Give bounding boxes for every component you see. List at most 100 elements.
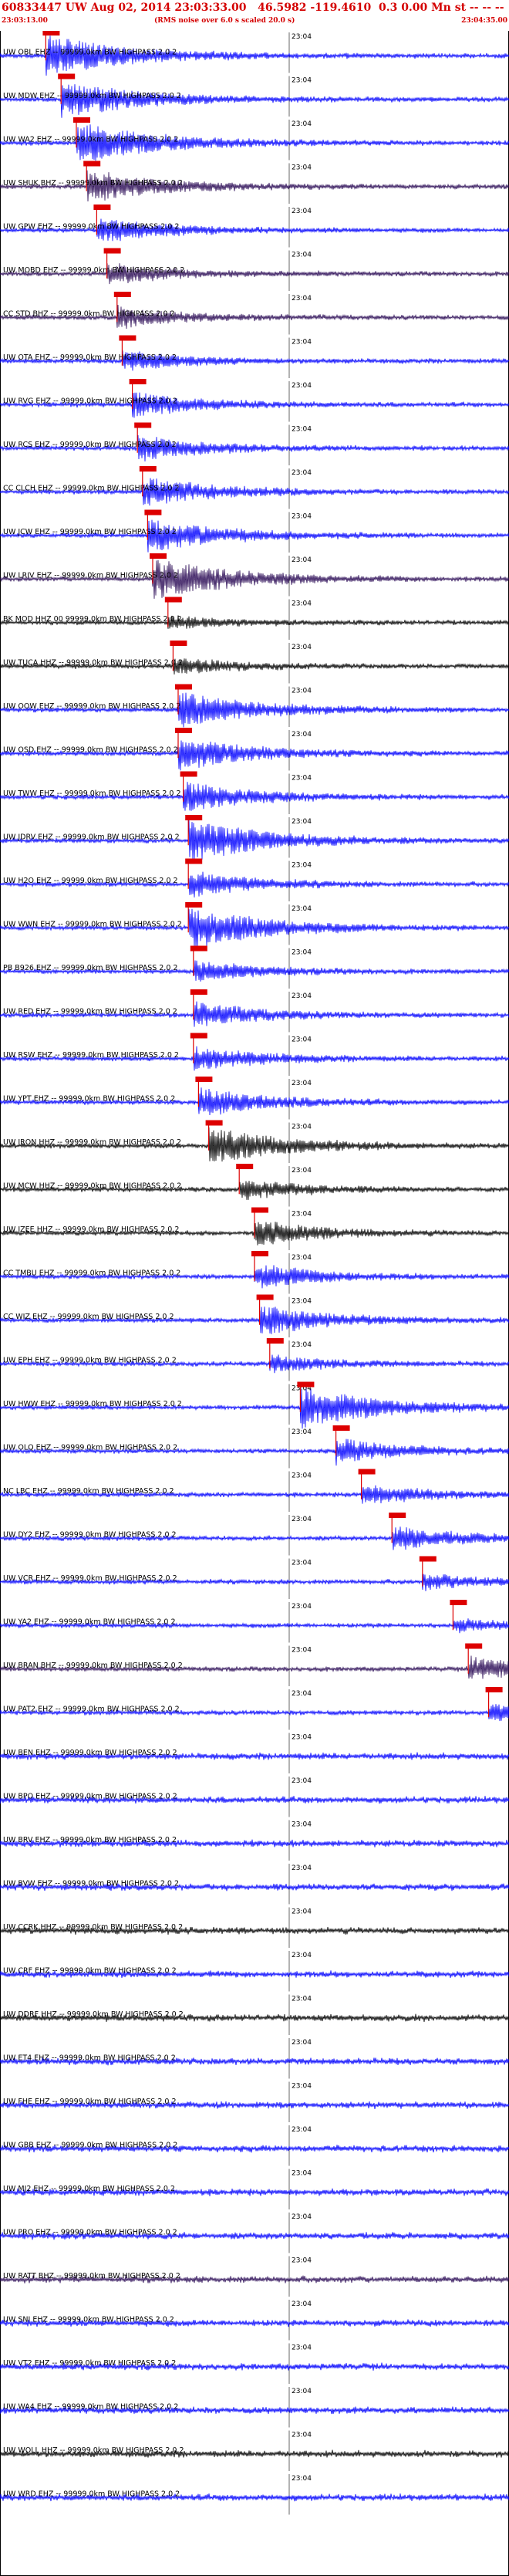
trace-label: UW WA2 EHZ -- 99999.0km BW HIGHPASS 2.0 … [3,135,178,144]
minute-label: 23:04 [292,469,312,477]
trace-row: UW EPH EHZ -- 99999.0km BW HIGHPASS 2.0 … [0,1338,509,1381]
trace-label: UW DY2 EHZ -- 99999.0km BW HIGHPASS 2.0 … [3,1530,177,1539]
trace-label: UW BVW EHZ -- 99999.0km BW HIGHPASS 2.0 … [3,1879,179,1888]
pick-marker [450,1600,467,1605]
minute-label: 23:04 [292,2432,312,2439]
pick-marker [42,30,60,35]
trace-row: CC TMBU EHZ -- 99999.0km BW HIGHPASS 2.0… [0,1251,509,1294]
trace-row: UW WA2 EHZ -- 99999.0km BW HIGHPASS 2.0 … [0,117,509,161]
trace-row: UW RED EHZ -- 99999.0km BW HIGHPASS 2.0 … [0,989,509,1033]
trace-label: UW BRV EHZ -- 99999.0km BW HIGHPASS 2.0 … [3,1836,177,1844]
trace-label: UW BEN EHZ -- 99999.0km BW HIGHPASS 2.0 … [3,1749,177,1757]
trace-label: UW WRD EHZ -- 99999.0km BW HIGHPASS 2.0 … [3,2490,180,2498]
trace-row: UW RATT BHZ -- 99999.0km BW HIGHPASS 2.0… [0,2256,509,2297]
trace-row: UW WWN EHZ -- 99999.0km BW HIGHPASS 2.0 … [0,902,509,948]
trace-label: UW TUCA HHZ -- 99999.0km BW HIGHPASS 2.0… [3,658,183,667]
pick-marker [190,945,207,952]
trace-label: UW OOW EHZ -- 99999.0km BW HIGHPASS 2.0 … [3,702,180,711]
trace-label: UW JCW EHZ -- 99999.0km BW HIGHPASS 2.0 … [3,528,177,536]
minute-label: 23:04 [292,1080,312,1087]
minute-label: 23:04 [292,426,312,434]
trace-label: PB B926 EHZ -- 99999.0km BW HIGHPASS 2.0… [3,964,177,972]
pick-marker [195,1077,213,1082]
trace-row: UW SNI EHZ -- 99999.0km BW HIGHPASS 2.0 … [0,2300,509,2341]
trace-row: UW GBB EHZ -- 99999.0km BW HIGHPASS 2.0 … [0,2125,509,2166]
trace-label: UW OBL EHZ -- 99999.0km BW HIGHPASS 2.0 … [3,48,177,56]
minute-label: 23:04 [292,1603,312,1611]
seismogram-plot: UW OBL EHZ -- 99999.0km BW HIGHPASS 2.0 … [0,30,509,2576]
minute-label: 23:04 [292,2344,312,2352]
trace-label: UW BRAN BHZ -- 99999.0km BW HIGHPASS 2.0… [3,1662,183,1670]
trace-label: UW TWW EHZ -- 99999.0km BW HIGHPASS 2.0 … [3,789,181,798]
minute-label: 23:04 [292,2213,312,2221]
trace-label: UW CCRK HHZ -- 99999.0km BW HIGHPASS 2.0… [3,1923,183,1932]
trace-row: UW OOW EHZ -- 99999.0km BW HIGHPASS 2.0 … [0,684,509,728]
minute-label: 23:04 [292,1516,312,1523]
trace-label: UW PRO EHZ -- 99999.0km BW HIGHPASS 2.0 … [3,2228,177,2236]
pick-marker [419,1556,437,1562]
minute-label: 23:04 [292,1821,312,1829]
pick-marker [465,1643,483,1649]
pick-marker [139,466,157,472]
trace-label: UW MDW EHZ -- 99999.0km BW HIGHPASS 2.0 … [3,92,181,100]
minute-label: 23:04 [292,1472,312,1480]
trace-row: CC WIZ EHZ -- 99999.0km BW HIGHPASS 2.0 … [0,1294,509,1337]
rms-noise-note: (RMS noise over 6.0 s scaled 20.0 s) [154,17,295,25]
trace-label: UW SNI EHZ -- 99999.0km BW HIGHPASS 2.0 … [3,2315,174,2324]
trace-row: CC STD BHZ -- 99999.0km BW HIGHPASS 2.0 … [0,292,509,335]
minute-label: 23:04 [292,164,312,172]
minute-label: 23:04 [292,1428,312,1436]
minute-label: 23:04 [292,2126,312,2134]
minute-label: 23:04 [292,949,312,957]
minute-label: 23:04 [292,2083,312,2091]
trace-label: UW JDRV EHZ -- 99999.0km BW HIGHPASS 2.0… [3,833,180,841]
trace-row: UW WOLL HHZ -- 99999.0km BW HIGHPASS 2.0… [0,2430,509,2471]
trace-label: UW RCS EHZ -- 99999.0km BW HIGHPASS 2.0 … [3,441,177,449]
pick-marker [485,1687,503,1692]
minute-label: 23:04 [292,688,312,695]
pick-marker [134,422,152,428]
minute-label: 23:04 [292,992,312,1000]
trace-row: UW CRF EHZ -- 99999.0km BW HIGHPASS 2.0 … [0,1951,509,1992]
trace-label: UW BPO EHZ -- 99999.0km BW HIGHPASS 2.0 … [3,1792,177,1800]
minute-label: 23:04 [292,2388,312,2395]
trace-row: UW FHE EHZ -- 99999.0km BW HIGHPASS 2.0 … [0,2081,509,2122]
pick-marker [251,1251,268,1256]
minute-label: 23:04 [292,731,312,739]
minute-label: 23:04 [292,1298,312,1306]
trace-row: UW TUCA HHZ -- 99999.0km BW HIGHPASS 2.0… [0,641,509,684]
pick-marker [185,815,203,820]
minute-label: 23:04 [292,1167,312,1175]
trace-row: UW BPO EHZ -- 99999.0km BW HIGHPASS 2.0 … [0,1776,509,1817]
trace-row: PB B926 EHZ -- 99999.0km BW HIGHPASS 2.0… [0,945,509,989]
trace-row: UW OTA EHZ -- 99999.0km BW HIGHPASS 2.0 … [0,335,509,378]
trace-label: UW PAT2 EHZ -- 99999.0km BW HIGHPASS 2.0… [3,1705,180,1713]
trace-label: UW IZEE HHZ -- 99999.0km BW HIGHPASS 2.0… [3,1225,179,1234]
minute-label: 23:04 [292,1211,312,1219]
trace-row: UW PRO EHZ -- 99999.0km BW HIGHPASS 2.0 … [0,2213,509,2253]
pick-marker [175,728,192,733]
trace-label: UW H2O EHZ -- 99999.0km BW HIGHPASS 2.0 … [3,877,178,885]
trace-label: UW IRON HHZ -- 99999.0km BW HIGHPASS 2.0… [3,1138,181,1147]
minute-label: 23:04 [292,1908,312,1916]
trace-row: CC CLCH EHZ -- 99999.0km BW HIGHPASS 2.0… [0,466,509,509]
minute-label: 23:04 [292,1560,312,1567]
trace-label: UW MCW HHZ -- 99999.0km BW HIGHPASS 2.0 … [3,1182,181,1190]
trace-row: UW SHUK BHZ -- 99999.0km BW HIGHPASS 2.0… [0,161,509,204]
pick-marker [389,1513,406,1518]
minute-label: 23:04 [292,33,312,41]
minute-label: 23:04 [292,1952,312,1959]
minute-label: 23:04 [292,1690,312,1698]
trace-label: UW VT2 EHZ -- 99999.0km BW HIGHPASS 2.0 … [3,2359,176,2368]
trace-row: UW BEN EHZ -- 99999.0km BW HIGHPASS 2.0 … [0,1733,509,1773]
pick-marker [93,205,111,210]
pick-marker [119,335,137,341]
minute-label: 23:04 [292,77,312,85]
pick-marker [103,248,121,254]
trace-row: UW DDRF HHZ -- 99999.0km BW HIGHPASS 2.0… [0,1994,509,2035]
trace-row: UW WA4 EHZ -- 99999.0km BW HIGHPASS 2.0 … [0,2387,509,2428]
minute-label: 23:04 [292,295,312,303]
trace-label: UW VCR EHZ -- 99999.0km BW HIGHPASS 2.0 … [3,1574,177,1583]
trace-label: UW RSW EHZ -- 99999.0km BW HIGHPASS 2.0 … [3,1051,179,1060]
minute-label: 23:04 [292,818,312,826]
